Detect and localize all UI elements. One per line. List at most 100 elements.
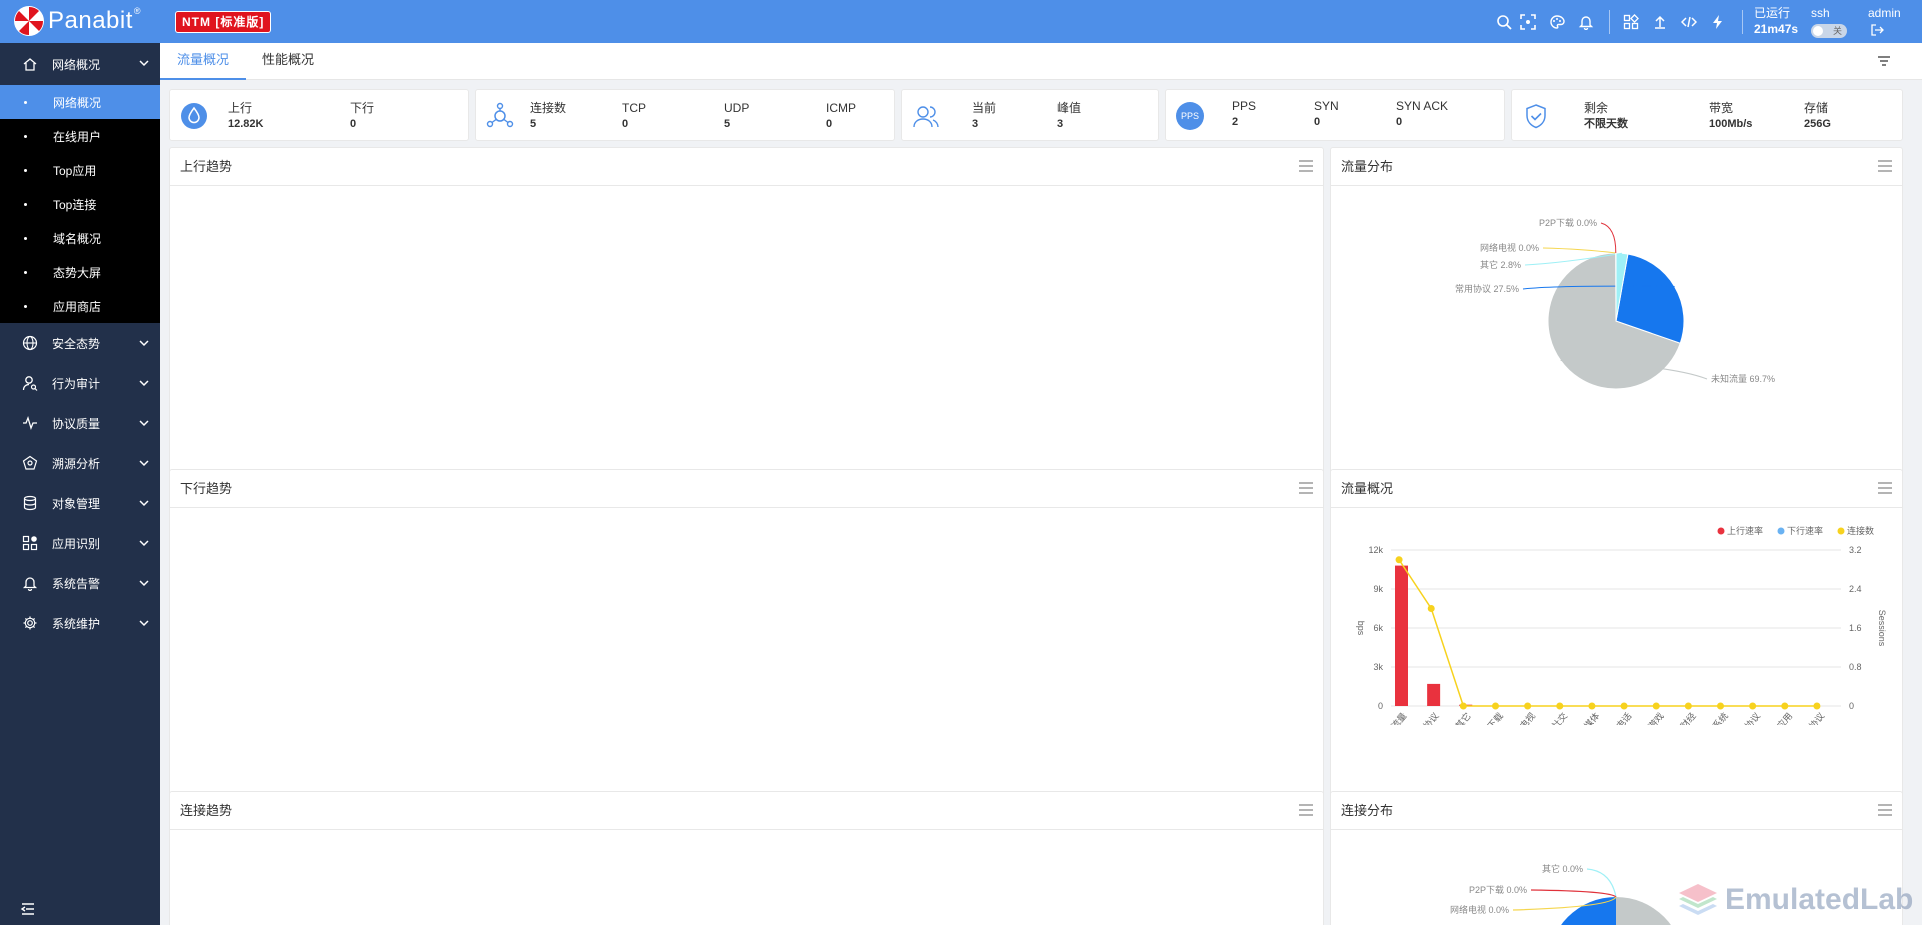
palette-icon[interactable] (1547, 12, 1567, 32)
sidebar-group-app-recognition[interactable]: 应用识别 (0, 523, 160, 563)
uptime-label: 已运行 (1754, 6, 1791, 20)
menu-icon[interactable] (1878, 160, 1892, 172)
menu-icon[interactable] (1299, 482, 1313, 494)
sidebar-group-object-management[interactable]: 对象管理 (0, 483, 160, 523)
sidebar-group-label: 安全态势 (52, 336, 101, 351)
pie-slice-label: 未知流量 69.7% (1711, 373, 1775, 384)
pulse-icon (22, 415, 38, 431)
panel-up-trend: 上行趋势 (169, 147, 1324, 504)
ssh-control: ssh 关 (1811, 5, 1847, 38)
panel-down-trend: 下行趋势 (169, 469, 1324, 826)
pie-slice-label: 网络电视 0.0% (1450, 904, 1509, 915)
stat-label: SYN (1314, 99, 1339, 113)
ssh-toggle[interactable]: 关 (1811, 24, 1847, 38)
brand-name: Panabit (48, 7, 133, 34)
sidebar-item-label: 网络概况 (53, 95, 102, 110)
sidebar-item-online-users[interactable]: 在线用户 (0, 119, 160, 153)
line-point (1717, 702, 1724, 710)
stat-label: SYN ACK (1396, 99, 1449, 113)
stat-label: 存储 (1804, 101, 1829, 115)
pie-label-line (1600, 222, 1617, 254)
menu-icon[interactable] (1878, 804, 1892, 816)
globe-icon (22, 335, 38, 351)
pie-slice-label: 网络电视 0.0% (1480, 242, 1539, 253)
code-icon[interactable] (1679, 12, 1699, 32)
users-icon (913, 106, 939, 128)
x-tick-label: HTTP协议 (1727, 710, 1762, 725)
y-axis-label: bps (1356, 621, 1366, 636)
legend-label: 下行速率 (1787, 525, 1823, 536)
bell-icon[interactable] (1576, 12, 1596, 32)
legend-marker (1837, 527, 1845, 535)
sidebar-item-label: Top连接 (53, 197, 97, 212)
sidebar-group-behavior-audit[interactable]: 行为审计 (0, 363, 160, 403)
stat-value: 12.82K (228, 118, 264, 130)
bullet-icon (24, 202, 27, 206)
tab-traffic-overview[interactable]: 流量概况 (160, 43, 247, 80)
panabit-logo[interactable]: Panabit ® (14, 6, 141, 36)
upload-icon[interactable] (1650, 12, 1670, 32)
y-tick-label: 12k (1368, 545, 1383, 555)
collapse-menu-icon[interactable] (20, 901, 36, 917)
sidebar-group-system-maintenance[interactable]: 系统维护 (0, 603, 160, 643)
sidebar-group-protocol-quality[interactable]: 协议质量 (0, 403, 160, 443)
username[interactable]: admin (1868, 5, 1901, 21)
line-point (1524, 702, 1532, 710)
database-icon (22, 495, 38, 511)
sidebar-item-top-apps[interactable]: Top应用 (0, 153, 160, 187)
stat-label: 当前 (972, 101, 997, 115)
fullscreen-icon[interactable] (1518, 12, 1538, 32)
menu-icon[interactable] (1878, 482, 1892, 494)
line-point (1684, 702, 1692, 710)
sidebar-item-top-connections[interactable]: Top连接 (0, 187, 160, 221)
sidebar: 网络概况 网络概况 在线用户 Top应用 Top连接 域名概况 态势大屏 应用商… (0, 43, 160, 925)
header-divider (1609, 10, 1610, 34)
sidebar-item-label: 域名概况 (53, 231, 102, 246)
y2-tick-label: 2.4 (1849, 584, 1862, 594)
menu-icon[interactable] (1299, 804, 1313, 816)
watermark-logo-icon (1679, 884, 1717, 915)
logout-icon[interactable] (1870, 23, 1884, 37)
sidebar-group-label: 系统维护 (52, 616, 101, 631)
lightning-icon[interactable] (1708, 12, 1728, 32)
registered-mark: ® (133, 6, 141, 16)
chevron-down-icon (139, 540, 149, 547)
stat-value: 3 (972, 118, 979, 130)
tab-performance-overview[interactable]: 性能概况 (245, 43, 331, 80)
pie-slice (1616, 897, 1671, 925)
sidebar-group-security[interactable]: 安全态势 (0, 323, 160, 363)
top-header: Panabit ® NTM [标准版] 已运行 21m47s ssh 关 adm… (0, 0, 1922, 43)
sidebar-group-network-overview[interactable]: 网络概况 (0, 43, 160, 85)
sidebar-item-situation-screen[interactable]: 态势大屏 (0, 255, 160, 289)
y-tick-label: 6k (1373, 623, 1383, 633)
sidebar-group-system-alerts[interactable]: 系统告警 (0, 563, 160, 603)
sidebar-item-label: 应用商店 (53, 299, 102, 314)
x-tick-label: 自定义协议 (1789, 710, 1826, 725)
sidebar-item-domain-overview[interactable]: 域名概况 (0, 221, 160, 255)
pie-label-line (1542, 247, 1616, 254)
edition-badge: NTM [标准版] (175, 11, 272, 33)
sidebar-group-trace-analysis[interactable]: 溯源分析 (0, 443, 160, 483)
stat-value: 5 (530, 118, 537, 130)
x-tick-label: 网络电视 (1506, 710, 1538, 725)
pie-slice-label: 其它 2.8% (1480, 259, 1521, 270)
sidebar-item-app-store[interactable]: 应用商店 (0, 289, 160, 323)
search-icon[interactable] (1494, 12, 1514, 32)
menu-icon[interactable] (1299, 160, 1313, 172)
y2-axis-label: Sessions (1877, 610, 1887, 647)
sidebar-item-network-overview[interactable]: 网络概况 (0, 85, 160, 119)
bullet-icon (24, 168, 27, 172)
panel-conn-trend: 连接趋势 (169, 791, 1324, 925)
flow-overview-bar-chart: 0 3k 6k 9k 12k 0 0.8 1.6 2.4 3.2 bps Sessions 未知流量常用… (1356, 525, 1887, 725)
bullet-icon (24, 270, 27, 274)
panel-title: 流量概况 (1331, 470, 1902, 508)
filter-list-icon[interactable] (1876, 53, 1892, 69)
water-drop-icon (181, 103, 207, 129)
y-tick-label: 9k (1373, 584, 1383, 594)
stat-label: 剩余 (1584, 101, 1609, 115)
apps-icon[interactable] (1621, 12, 1641, 32)
user-menu: admin (1868, 5, 1901, 37)
legend-label: 连接数 (1847, 525, 1874, 536)
stat-label: 上行 (228, 101, 253, 115)
stat-label: 带宽 (1709, 101, 1734, 115)
